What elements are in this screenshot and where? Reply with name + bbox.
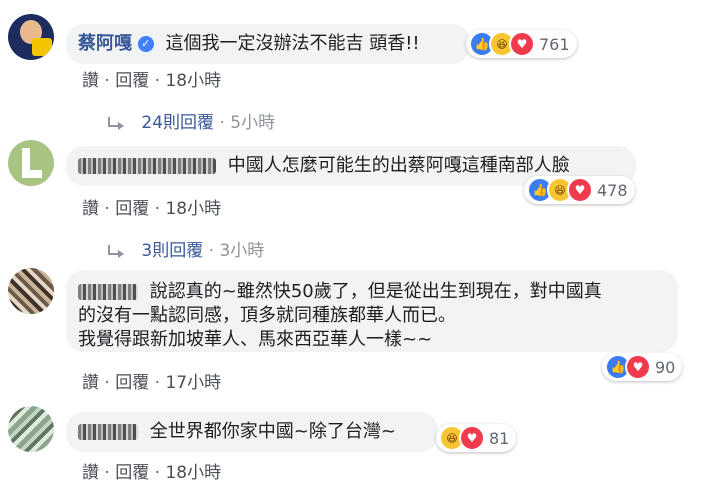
separator: · [208, 241, 215, 261]
separator: · [219, 113, 225, 133]
reaction-summary[interactable]: 👍 😆 ♥ 761 [466, 30, 577, 58]
verified-icon: ✓ [137, 36, 154, 52]
reaction-summary[interactable]: 😆 ♥ 81 [436, 424, 517, 452]
separator: · [104, 463, 110, 483]
reaction-summary[interactable]: 👍 ♥ 90 [602, 353, 683, 381]
comment-author-blurred[interactable] [78, 158, 216, 174]
comment-bubble: 全世界都你家中國~除了台灣~ [66, 412, 438, 452]
comment-bubble: 說認真的~雖然快50歲了，但是從出生到現在，對中國真 的沒有一點認同感，頂多就同… [66, 270, 678, 352]
like-link[interactable]: 讚 [82, 463, 99, 483]
reply-link[interactable]: 回覆 [115, 71, 149, 91]
reply-link[interactable]: 回覆 [115, 373, 149, 393]
love-icon: ♥ [567, 177, 593, 203]
comment-time[interactable]: 17小時 [165, 373, 221, 393]
avatar-badge [32, 38, 52, 56]
like-link[interactable]: 讚 [82, 373, 99, 393]
reaction-count: 90 [655, 357, 676, 377]
comment-text: 中國人怎麼可能生的出蔡阿嘎這種南部人臉 [227, 155, 570, 176]
separator: · [104, 199, 110, 219]
reaction-count: 478 [597, 180, 628, 200]
separator: · [104, 373, 110, 393]
comment-bubble: 蔡阿嘎 ✓ 這個我一定沒辦法不能吉 頭香!! [66, 24, 470, 64]
love-icon: ♥ [625, 354, 651, 380]
separator: · [104, 71, 110, 91]
reaction-count: 761 [539, 34, 570, 54]
avatar[interactable] [8, 140, 54, 186]
like-link[interactable]: 讚 [82, 71, 99, 91]
separator: · [154, 71, 161, 91]
comment-actions: 讚 · 回覆 · 18小時 [82, 194, 221, 219]
separator: · [154, 463, 161, 483]
comment-actions: 讚 · 回覆 · 18小時 [82, 66, 221, 91]
like-link[interactable]: 讚 [82, 199, 99, 219]
avatar[interactable] [8, 268, 54, 314]
comment-actions: 讚 · 回覆 · 17小時 [82, 368, 221, 393]
comment-text: 全世界都你家中國~除了台灣~ [149, 421, 396, 442]
comment-text-line: 的沒有一點認同感，頂多就同種族都華人而已。 [78, 305, 456, 326]
avatar[interactable] [8, 14, 54, 60]
comment-time[interactable]: 18小時 [165, 71, 221, 91]
separator: · [154, 373, 161, 393]
reply-arrow-icon [108, 117, 124, 130]
avatar-silhouette [22, 170, 42, 178]
separator: · [154, 199, 161, 219]
comment-time[interactable]: 18小時 [165, 463, 221, 483]
comment-author-blurred[interactable] [78, 424, 138, 440]
reaction-count: 81 [489, 428, 510, 448]
love-icon: ♥ [459, 425, 485, 451]
comment-actions: 讚 · 回覆 · 18小時 [82, 458, 221, 483]
love-icon: ♥ [509, 31, 535, 57]
avatar[interactable] [8, 406, 54, 452]
view-replies[interactable]: 24則回覆 · 5小時 [108, 108, 275, 133]
comment-author[interactable]: 蔡阿嘎 [78, 33, 132, 54]
comment-text-line: 我覺得跟新加坡華人、馬來西亞華人一樣~~ [78, 329, 433, 350]
comment-text: 這個我一定沒辦法不能吉 頭香!! [165, 33, 420, 54]
view-replies[interactable]: 3則回覆 · 3小時 [108, 236, 264, 261]
replies-count[interactable]: 24則回覆 [141, 113, 214, 133]
reply-link[interactable]: 回覆 [115, 199, 149, 219]
replies-count[interactable]: 3則回覆 [141, 241, 203, 261]
reply-arrow-icon [108, 245, 124, 258]
comment-text-line: 說認真的~雖然快50歲了，但是從出生到現在，對中國真 [149, 281, 602, 302]
replies-time: 3小時 [219, 241, 265, 261]
reaction-summary[interactable]: 👍 😆 ♥ 478 [524, 176, 635, 204]
comment-author-blurred[interactable] [78, 284, 138, 300]
reply-link[interactable]: 回覆 [115, 463, 149, 483]
comment-time[interactable]: 18小時 [165, 199, 221, 219]
replies-time: 5小時 [230, 113, 276, 133]
